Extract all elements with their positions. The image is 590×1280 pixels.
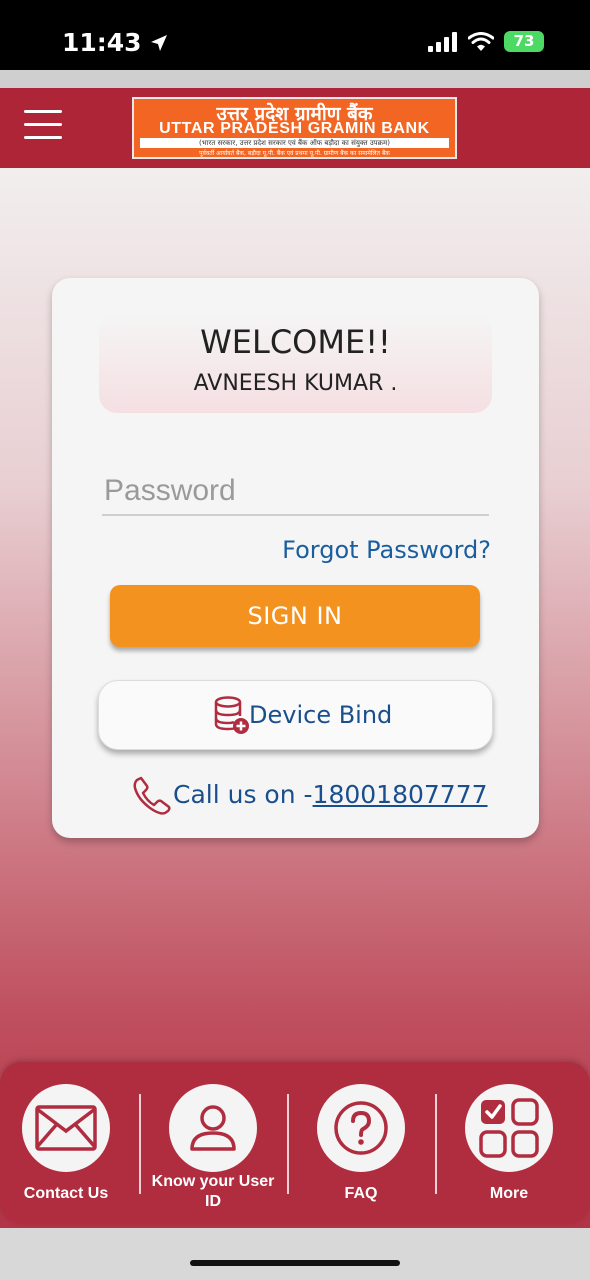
sign-in-button[interactable]: SIGN IN [110, 585, 480, 647]
know-user-id-icon-circle [169, 1084, 257, 1172]
bank-logo: उत्तर प्रदेश ग्रामीण बैंक UTTAR PRADESH … [132, 97, 457, 159]
logo-english-text: UTTAR PRADESH GRAMIN BANK [159, 120, 430, 137]
hamburger-menu-icon[interactable] [24, 110, 64, 142]
device-bind-button[interactable]: Device Bind [98, 680, 493, 750]
call-number-link[interactable]: 18001807777 [313, 780, 488, 809]
logo-subtitle: (भारत सरकार, उत्तर प्रदेश सरकार एवं बैंक… [140, 138, 449, 148]
more-icon-circle [465, 1084, 553, 1172]
signal-icon [428, 31, 457, 52]
nav-know-user-id[interactable]: Know your User ID [139, 1084, 287, 1214]
grid-icon [479, 1098, 539, 1158]
status-bar: 11:43 73 [0, 0, 590, 70]
user-icon [190, 1105, 236, 1151]
welcome-title: WELCOME!! [200, 323, 391, 361]
top-gap [0, 70, 590, 88]
nav-contact-us[interactable]: Contact Us [0, 1084, 140, 1214]
login-card: WELCOME!! AVNEESH KUMAR . Forgot Passwor… [52, 278, 539, 838]
call-us-text: Call us on -18001807777 [173, 780, 488, 809]
nav-label-know-user-id: Know your User ID [151, 1173, 275, 1210]
battery-indicator: 73 [504, 31, 544, 52]
bottom-nav: Contact Us Know your User ID FAQ More [0, 1062, 590, 1224]
home-indicator-area [0, 1228, 590, 1280]
password-input[interactable] [102, 468, 489, 516]
home-indicator[interactable] [190, 1260, 400, 1266]
welcome-box: WELCOME!! AVNEESH KUMAR . [99, 313, 492, 413]
nav-more[interactable]: More [435, 1084, 583, 1214]
nav-label-faq: FAQ [344, 1185, 378, 1202]
wifi-icon [468, 31, 494, 51]
database-add-icon [214, 696, 249, 734]
forgot-password-link[interactable]: Forgot Password? [282, 536, 491, 564]
user-name: AVNEESH KUMAR . [193, 371, 398, 396]
question-icon [334, 1101, 388, 1155]
device-bind-label: Device Bind [249, 701, 393, 729]
faq-icon-circle [317, 1084, 405, 1172]
location-arrow-icon [151, 35, 168, 51]
nav-label-more: More [489, 1185, 529, 1202]
nav-faq[interactable]: FAQ [287, 1084, 435, 1214]
status-indicators: 73 [428, 31, 544, 52]
status-time: 11:43 [62, 28, 168, 57]
app-header: उत्तर प्रदेश ग्रामीण बैंक UTTAR PRADESH … [0, 88, 590, 168]
phone-icon [133, 776, 171, 815]
nav-label-contact-us: Contact Us [23, 1185, 109, 1202]
contact-us-icon-circle [22, 1084, 110, 1172]
logo-tagline: पूर्ववर्ती आर्यावर्त बैंक, बड़ौदा यू.पी.… [199, 150, 390, 157]
call-prefix: Call us on - [173, 780, 313, 809]
envelope-icon [35, 1105, 97, 1151]
